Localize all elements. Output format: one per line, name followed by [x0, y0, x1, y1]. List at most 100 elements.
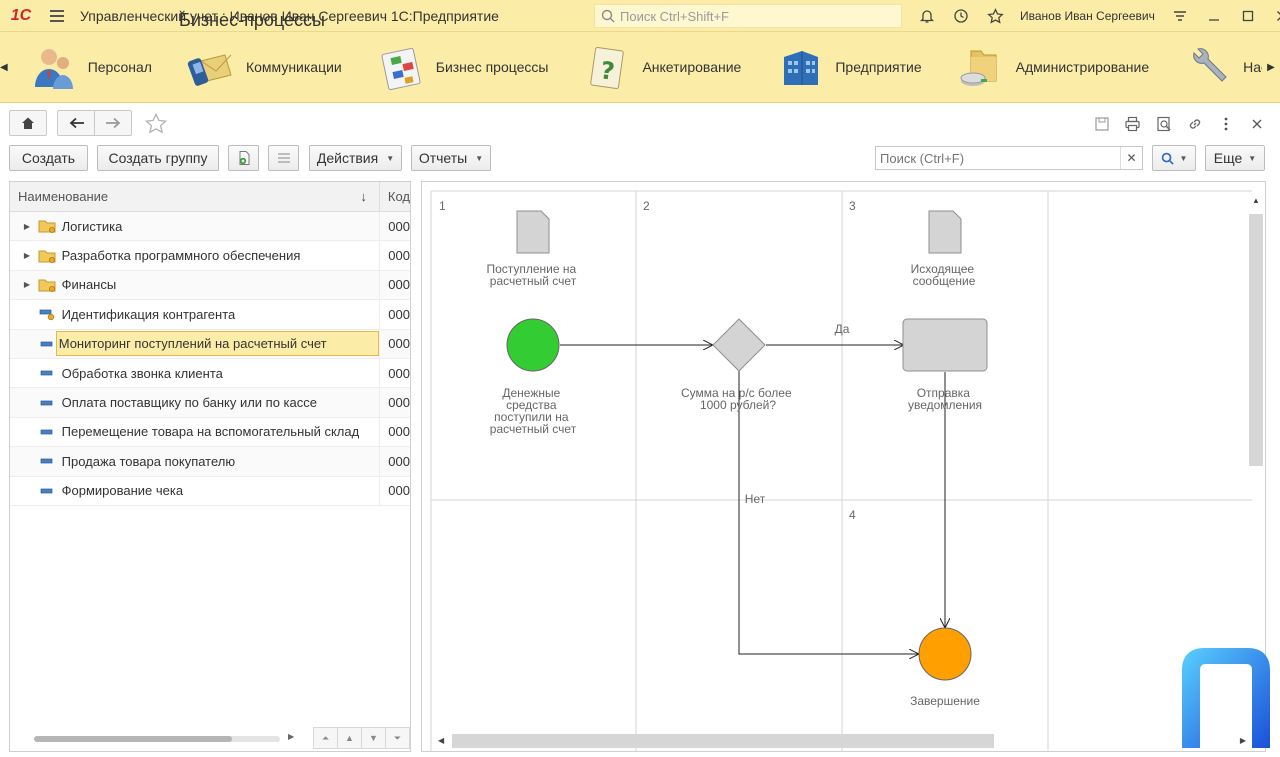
actions-dropdown[interactable]: Действия ▼ — [309, 145, 402, 171]
expand-arrow-icon[interactable]: ▶ — [20, 280, 34, 289]
global-search-input[interactable]: Поиск Ctrl+Shift+F — [594, 4, 902, 28]
forward-button[interactable] — [94, 110, 132, 136]
preview-icon[interactable] — [1148, 112, 1179, 136]
process-icon — [36, 395, 58, 411]
scrollbar-thumb[interactable] — [452, 734, 994, 748]
settings-lines-icon[interactable] — [1163, 0, 1197, 32]
favorites-star-icon[interactable] — [978, 0, 1012, 32]
decision-gateway[interactable]: Сумма на р/с более 1000 рублей? — [681, 318, 795, 412]
link-icon[interactable] — [1179, 112, 1210, 136]
move-up-icon[interactable]: ▲ — [337, 727, 362, 749]
end-label: Завершение — [910, 694, 980, 708]
print-icon[interactable] — [1117, 112, 1148, 136]
horizontal-scrollbar[interactable] — [34, 736, 280, 742]
row-code: 000 — [379, 241, 410, 270]
maximize-icon[interactable] — [1231, 0, 1265, 32]
history-icon[interactable] — [944, 0, 978, 32]
list-row[interactable]: Формирование чека 000 — [10, 476, 410, 506]
scroll-right-icon[interactable]: ▶ — [288, 732, 294, 741]
create-button[interactable]: Создать — [9, 145, 88, 171]
doc1-line-2: расчетный счет — [490, 274, 577, 288]
more-vertical-icon[interactable] — [1210, 112, 1241, 136]
task-send-notification[interactable]: Отправка уведомления — [902, 318, 988, 412]
scroll-left-icon[interactable]: ◀ — [438, 736, 444, 745]
row-code: 000 — [379, 476, 410, 505]
close-form-icon[interactable] — [1241, 112, 1272, 136]
expand-arrow-icon[interactable]: ▶ — [20, 251, 34, 260]
save-icon[interactable] — [1086, 112, 1117, 136]
search-icon — [1161, 152, 1174, 165]
main-menu-icon[interactable] — [42, 0, 72, 32]
administration-icon — [956, 42, 1006, 92]
expand-arrow-icon[interactable]: ▶ — [20, 222, 34, 231]
end-event[interactable]: Завершение — [910, 627, 980, 708]
move-bottom-icon[interactable]: ⏷ — [385, 727, 410, 749]
process-icon — [36, 336, 58, 352]
list-row[interactable]: ▶ Финансы 000 — [10, 270, 410, 301]
current-user[interactable]: Иванов Иван Сергеевич — [1020, 9, 1155, 23]
caret-down-icon: ▼ — [386, 153, 395, 163]
caret-down-icon: ▼ — [1248, 153, 1257, 163]
section-enterprise[interactable]: Предприятие — [755, 32, 935, 102]
section-surveys[interactable]: ? Анкетирование — [562, 32, 755, 102]
section-personnel[interactable]: Персонал — [8, 32, 166, 102]
list-settings-button[interactable] — [268, 145, 299, 171]
minimize-icon[interactable] — [1197, 0, 1231, 32]
global-search-placeholder: Поиск Ctrl+Shift+F — [620, 8, 729, 24]
back-button[interactable] — [57, 110, 95, 136]
section-label: Предприятие — [835, 59, 922, 75]
list-search-input[interactable] — [876, 147, 1120, 169]
row-name: Мониторинг поступлений на расчетный счет — [55, 331, 380, 357]
svg-text:Поступление на расчетн: Поступление на расчетный счет — [486, 262, 579, 288]
svg-text:Исходящее сообщение: Исходящее сообщение — [911, 262, 978, 288]
list-row[interactable]: Обработка звонка клиента 000 — [10, 358, 410, 389]
list-row[interactable]: Идентификация контрагента 000 — [10, 300, 410, 330]
sort-down-icon: ↓ — [360, 189, 367, 204]
row-code: 000 — [379, 447, 410, 476]
section-administration[interactable]: Администрирование — [936, 32, 1164, 102]
arrow-right-icon — [106, 117, 121, 129]
scrollbar-thumb[interactable] — [34, 736, 232, 742]
row-name: Формирование чека — [61, 483, 184, 499]
start-event[interactable]: Денежные средства поступили на расчетный… — [490, 318, 577, 436]
section-communications[interactable]: Коммуникации — [166, 32, 356, 102]
personnel-icon — [28, 42, 78, 92]
svg-text:Отправка уведомления: Отправка уведомления — [908, 386, 982, 412]
row-code: 000 — [379, 270, 410, 300]
document-shape-2[interactable]: Исходящее сообщение — [911, 210, 978, 288]
list-footer: ▶ ⏶ ▲ ▼ ⏷ — [10, 727, 410, 751]
section-business-processes[interactable]: Бизнес процессы — [356, 32, 563, 102]
list-row[interactable]: Продажа товара покупателю 000 — [10, 447, 410, 477]
more-button[interactable]: Еще ▼ — [1205, 145, 1265, 171]
process-icon — [36, 424, 58, 440]
copy-button[interactable] — [228, 145, 259, 171]
scrollbar-thumb[interactable] — [1249, 214, 1263, 466]
list-row[interactable]: Мониторинг поступлений на расчетный счет… — [10, 329, 410, 359]
document-shape-1[interactable]: Поступление на расчетный счет — [486, 210, 579, 288]
move-down-icon[interactable]: ▼ — [361, 727, 386, 749]
notifications-bell-icon[interactable] — [910, 0, 944, 32]
list-rows: ▶ Логистика 000 ▶ Разработка программного об… — [10, 212, 410, 506]
reports-label: Отчеты — [418, 150, 468, 166]
favorite-star-icon[interactable] — [143, 112, 169, 139]
create-group-button[interactable]: Создать группу — [97, 145, 219, 171]
clear-search-icon[interactable]: ✕ — [1120, 147, 1142, 169]
column-header-code[interactable]: Код — [380, 182, 410, 211]
row-name: Обработка звонка клиента — [61, 365, 223, 381]
list-search-field[interactable]: ✕ — [875, 146, 1143, 170]
settings-wrench-icon — [1183, 42, 1233, 92]
list-row[interactable]: ▶ Логистика 000 — [10, 212, 410, 242]
list-row[interactable]: Оплата поставщику по банку или по кассе 0… — [10, 388, 410, 418]
reports-dropdown[interactable]: Отчеты ▼ — [411, 145, 491, 171]
list-row[interactable]: ▶ Разработка программного обеспечения 000 — [10, 241, 410, 271]
home-button[interactable] — [9, 110, 47, 136]
diagram-horizontal-scrollbar[interactable]: ◀ ▶ — [436, 734, 1246, 748]
scroll-up-icon[interactable]: ▲ — [1252, 196, 1260, 205]
close-window-icon[interactable] — [1265, 0, 1280, 32]
sections-scroll-right-icon[interactable]: ▶ — [1262, 32, 1280, 102]
sections-scroll-left-icon[interactable]: ◀ — [0, 32, 8, 102]
move-top-icon[interactable]: ⏶ — [313, 727, 338, 749]
column-header-name[interactable]: Наименование ↓ — [10, 182, 380, 211]
list-row[interactable]: Перемещение товара на вспомогательный ск… — [10, 417, 410, 448]
search-options-button[interactable]: ▼ — [1152, 145, 1196, 171]
